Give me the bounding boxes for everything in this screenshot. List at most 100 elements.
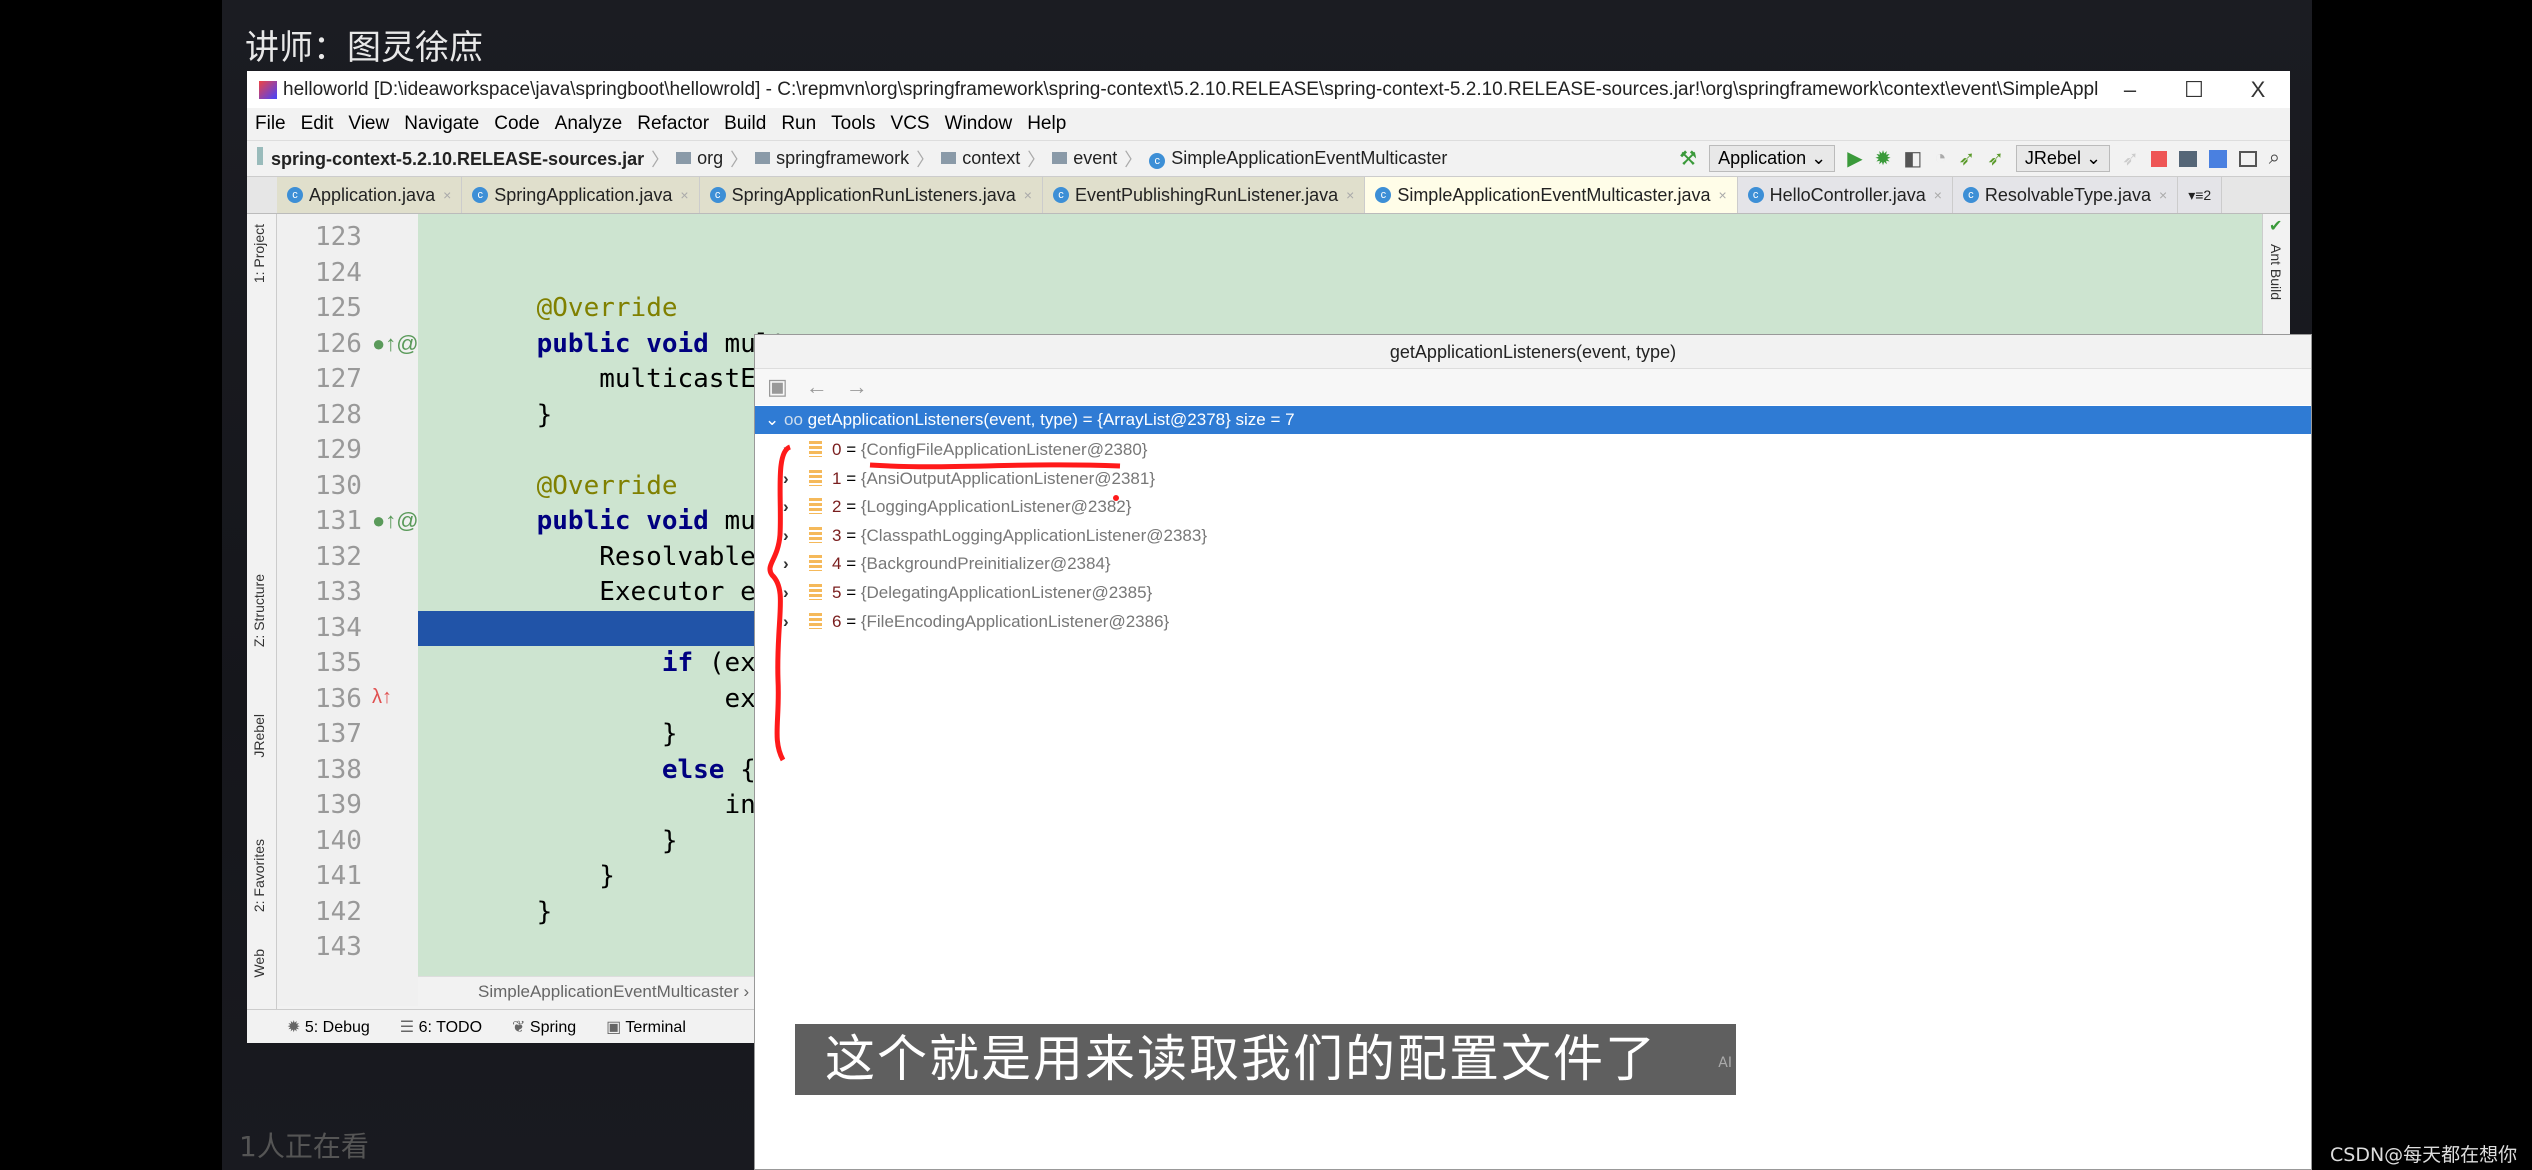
list-item[interactable]: › 1 = {AnsiOutputApplicationListener@2381… <box>783 465 1155 493</box>
maximize-button[interactable]: ☐ <box>2162 77 2226 103</box>
menu-window[interactable]: Window <box>945 113 1013 135</box>
tool-jrebel[interactable]: JRebel <box>251 714 267 758</box>
tab-springapplicationrunlisteners[interactable]: c SpringApplicationRunListeners.java × <box>699 177 1043 213</box>
tab-hellocontroller[interactable]: c HelloController.java × <box>1737 177 1953 213</box>
menu-help[interactable]: Help <box>1027 113 1066 135</box>
annotation: @Override <box>536 293 678 323</box>
expand-chevron-icon[interactable]: › <box>783 436 809 464</box>
menu-navigate[interactable]: Navigate <box>404 113 479 135</box>
tool-web[interactable]: Web <box>251 949 267 978</box>
project-structure-icon[interactable] <box>2178 150 2197 167</box>
terminal-window-icon[interactable] <box>2238 150 2257 167</box>
main-toolbar: ⚒ Application ⌄ ▶ ✹ ◧ ◔ ➶ ➶ JRebel ⌄ ➶ ⌕ <box>1679 145 2290 172</box>
breadcrumb-label: spring-context-5.2.10.RELEASE-sources.ja… <box>271 149 645 169</box>
tool-favorites[interactable]: 2: Favorites <box>251 839 267 912</box>
popup-toolbar: ▣ ← → <box>755 369 2311 405</box>
tab-eventpublishingrunlistener[interactable]: c EventPublishingRunListener.java × <box>1042 177 1366 213</box>
menu-view[interactable]: View <box>348 113 389 135</box>
tab-springapplication[interactable]: c SpringApplication.java × <box>462 177 700 213</box>
tab-close-icon[interactable]: × <box>1934 187 1942 203</box>
breadcrumb-item[interactable]: event <box>1052 148 1117 169</box>
tab-close-icon[interactable]: × <box>1346 187 1354 203</box>
stop-icon[interactable] <box>2150 150 2167 167</box>
expand-chevron-icon[interactable]: › <box>783 522 809 550</box>
tabs-overflow-button[interactable]: ▾≡2 <box>2178 177 2223 213</box>
tab-application[interactable]: c Application.java × <box>277 177 463 213</box>
tab-close-icon[interactable]: × <box>443 187 451 203</box>
code-line: public void mult <box>474 504 787 540</box>
tool-project[interactable]: 1: Project <box>251 224 267 283</box>
expand-chevron-icon[interactable]: › <box>783 465 809 493</box>
jrebel-dropdown[interactable]: JRebel ⌄ <box>2015 145 2111 172</box>
menu-code[interactable]: Code <box>494 113 539 135</box>
implements-override-icon[interactable]: ●↑@ <box>372 331 419 357</box>
forward-arrow-icon[interactable]: → <box>846 374 868 400</box>
folder-icon <box>1052 152 1068 164</box>
line-number: 137 <box>315 719 362 749</box>
run-config-label: Application <box>1718 148 1807 168</box>
list-item[interactable]: › 2 = {LoggingApplicationListener@2382} <box>783 493 1131 521</box>
breadcrumb-item[interactable]: spring-context-5.2.10.RELEASE-sources.ja… <box>257 147 644 170</box>
expand-chevron-icon[interactable]: › <box>783 493 809 521</box>
tool-window-5-debug[interactable]: ✹ 5: Debug <box>287 1017 370 1037</box>
breadcrumb-item[interactable]: springframework <box>755 148 909 169</box>
translate-icon[interactable] <box>2208 149 2227 168</box>
debug-icon[interactable]: ✹ <box>1875 146 1892 171</box>
jrebel-run-icon[interactable]: ➶ <box>1958 146 1975 171</box>
tab-simpleapplicationeventmulticaster[interactable]: c SimpleApplicationEventMulticaster.java × <box>1365 177 1738 213</box>
menu-analyze[interactable]: Analyze <box>555 113 623 135</box>
field-icon <box>809 526 822 543</box>
profile-icon[interactable]: ◔ <box>1934 147 1946 170</box>
minimize-button[interactable]: – <box>2098 77 2162 103</box>
menu-build[interactable]: Build <box>724 113 766 135</box>
tab-resolvabletype[interactable]: c ResolvableType.java × <box>1952 177 2179 213</box>
tool-structure[interactable]: Z: Structure <box>251 574 267 647</box>
build-hammer-icon[interactable]: ⚒ <box>1679 146 1697 171</box>
collapse-chevron-icon[interactable]: ⌄ <box>765 410 779 429</box>
root-node[interactable]: ⌄ oo getApplicationListeners(event, type… <box>755 406 2311 434</box>
debug-icon: ✹ <box>287 1018 305 1036</box>
close-button[interactable]: X <box>2226 77 2290 103</box>
list-item[interactable]: › 6 = {FileEncodingApplicationListener@23… <box>783 608 1169 636</box>
menu-tools[interactable]: Tools <box>831 113 875 135</box>
menu-vcs[interactable]: VCS <box>891 113 930 135</box>
search-icon[interactable]: ⌕ <box>2269 147 2280 170</box>
tab-close-icon[interactable]: × <box>1024 187 1032 203</box>
menu-file[interactable]: File <box>255 113 286 135</box>
run-icon[interactable]: ▶ <box>1847 146 1862 171</box>
list-item[interactable]: › 3 = {ClasspathLoggingApplicationListene… <box>783 522 1207 550</box>
tool-ant-build[interactable]: Ant Build <box>2268 244 2284 300</box>
watch-icon: oo <box>783 410 803 429</box>
breadcrumb-separator-icon: 〉 <box>916 149 935 170</box>
menu-run[interactable]: Run <box>781 113 816 135</box>
tool-window-6-todo[interactable]: ☰ 6: TODO <box>400 1017 482 1037</box>
tool-window-spring[interactable]: ❦ Spring <box>512 1017 576 1037</box>
code-text: exec <box>474 683 788 714</box>
inspect-icon[interactable]: ▣ <box>767 374 788 400</box>
back-arrow-icon[interactable]: ← <box>806 374 828 400</box>
tab-close-icon[interactable]: × <box>1718 187 1726 203</box>
tab-close-icon[interactable]: × <box>680 187 688 203</box>
breadcrumb-item[interactable]: context <box>941 148 1020 169</box>
rebel-icon[interactable]: ➶ <box>2122 146 2139 171</box>
breadcrumb-item[interactable]: org <box>676 148 723 169</box>
expand-chevron-icon[interactable]: › <box>783 579 809 607</box>
expand-chevron-icon[interactable]: › <box>783 608 809 636</box>
list-item[interactable]: › 0 = {ConfigFileApplicationListener@2380… <box>783 436 1147 464</box>
coverage-icon[interactable]: ◧ <box>1903 146 1922 171</box>
run-config-dropdown[interactable]: Application ⌄ <box>1709 145 1836 172</box>
tool-window-terminal[interactable]: ▣ Terminal <box>606 1017 686 1037</box>
breadcrumb-item[interactable]: c SimpleApplicationEventMulticaster <box>1149 148 1447 169</box>
menu-refactor[interactable]: Refactor <box>637 113 709 135</box>
menu-edit[interactable]: Edit <box>301 113 334 135</box>
list-item[interactable]: › 4 = {BackgroundPreinitializer@2384} <box>783 550 1111 578</box>
lambda-icon[interactable]: λ↑ <box>372 686 392 709</box>
watermark: CSDN@每天都在想你 <box>2330 1144 2518 1166</box>
jrebel-debug-icon[interactable]: ➶ <box>1987 146 2004 171</box>
expand-chevron-icon[interactable]: › <box>783 550 809 578</box>
item-index: 1 <box>832 468 842 488</box>
code-text: } <box>474 896 553 927</box>
implements-override-icon[interactable]: ●↑@ <box>372 508 419 534</box>
list-item[interactable]: › 5 = {DelegatingApplicationListener@2385… <box>783 579 1152 607</box>
tab-close-icon[interactable]: × <box>2159 187 2167 203</box>
